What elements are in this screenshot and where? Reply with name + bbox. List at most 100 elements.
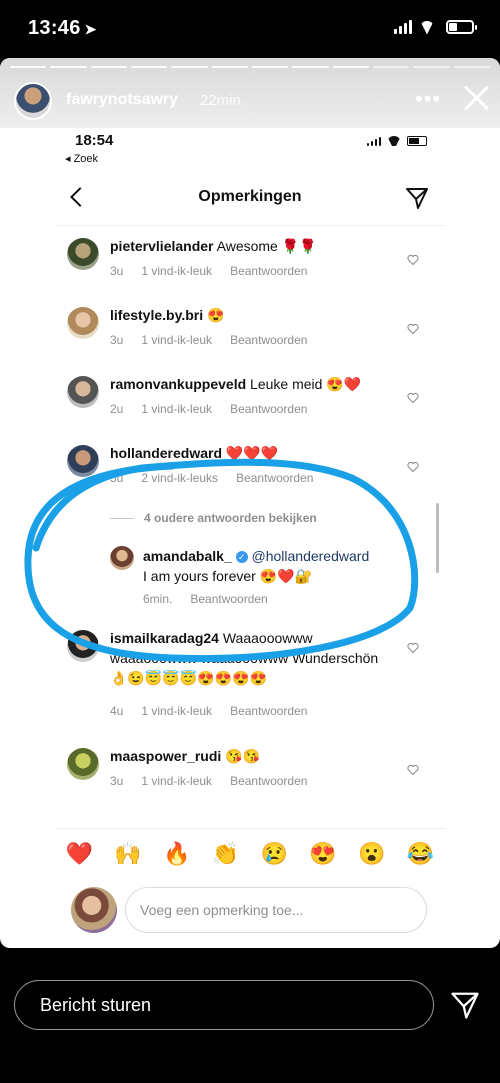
comment-text: I am yours forever 😍❤️🔐 [143,568,312,584]
comment-text: 😘😘 [225,748,261,764]
view-replies-text: 4 oudere antwoorden bekijken [144,511,317,525]
shared-screenshot: 18:54 ◂ Zoek Opmerkingen pietervlielande… [55,128,445,948]
scrollbar [436,503,439,573]
comment-age: 6min. [143,592,173,606]
reply-link: Beantwoorden [236,471,314,485]
battery-icon [407,136,427,146]
emoji-heart-eyes: 😍 [309,840,337,866]
reply-link: Beantwoorden [230,774,308,788]
comment-meta: 3u 1 vind-ik-leuk Beantwoorden [110,774,307,788]
status-bar: 13:46 ➤ [0,0,500,58]
inner-back-link: ◂ Zoek [65,153,99,165]
comment-age: 3u [110,774,124,788]
comment-username: hollanderedward [110,445,223,461]
comment-age: 3u [110,333,124,347]
avatar [67,630,99,662]
comment-text: 😍 [207,307,225,323]
comment-likes: 1 vind-ik-leuk [141,333,213,347]
story-header: fawrynotsawry 22min. ••• [0,58,500,128]
like-heart-icon [407,461,419,473]
comment-username: pietervlielander [110,238,214,254]
like-heart-icon [407,764,419,776]
inner-time: 18:54 [75,132,114,149]
inner-status-bar: 18:54 ◂ Zoek [55,128,445,174]
comment-meta: 3u 1 vind-ik-leuk Beantwoorden [110,333,307,347]
emoji-surprised: 😮 [358,840,386,866]
avatar [67,445,99,477]
story-username[interactable]: fawrynotsawry [66,91,178,109]
comment-age: 4u [110,704,124,718]
avatar [67,376,99,408]
comment-text: Leuke meid 😍❤️ [250,376,362,392]
like-heart-icon [407,323,419,335]
avatar [67,307,99,339]
comment-meta: 3u 1 vind-ik-leuk Beantwoorden [110,264,307,278]
signal-icon [367,136,381,146]
like-heart-icon [407,642,419,654]
comment-meta: 6min. Beantwoorden [143,592,268,606]
comment-meta: 5u 2 vind-ik-leuks Beantwoorden [110,471,313,485]
reply-link: Beantwoorden [190,592,268,606]
emoji-laugh: 😂 [406,840,435,866]
mention-link: @hollanderedward [251,548,370,564]
reply-link: Beantwoorden [230,264,308,278]
page-title: Opmerkingen [198,188,302,205]
comment-meta: 4u 1 vind-ik-leuk Beantwoorden [110,704,307,718]
like-heart-icon [407,392,419,404]
comment-composer: Voeg een opmerking toe... [55,883,445,943]
emoji-heart: ❤️ [65,840,94,866]
like-heart-icon [407,254,419,266]
avatar [67,238,99,270]
comment-age: 5u [110,471,124,485]
story-progress [10,66,490,68]
status-time: 13:46 ➤ [28,17,97,39]
location-arrow-icon: ➤ [84,21,97,37]
comment-likes: 2 vind-ik-leuks [141,471,219,485]
comment-username: lifestyle.by.bri [110,307,204,323]
reply-link: Beantwoorden [230,704,308,718]
comment-username: ismailkaradag24 [110,630,219,646]
emoji-clap: 👏 [211,840,240,866]
wifi-icon [387,136,401,146]
avatar [110,546,134,570]
emoji-raised-hands: 🙌 [114,840,142,866]
more-options-icon[interactable]: ••• [415,86,441,112]
divider [110,517,134,519]
comment-username: maaspower_rudi [110,748,222,764]
reply-link: Beantwoorden [230,333,308,347]
reply-link: Beantwoorden [230,402,308,416]
comment-likes: 1 vind-ik-leuk [141,704,213,718]
comment-age: 3u [110,264,124,278]
story-viewer: fawrynotsawry 22min. ••• 18:54 ◂ Zoek Op… [0,58,500,948]
comment-likes: 1 vind-ik-leuk [141,774,213,788]
comments-navbar: Opmerkingen [55,174,445,226]
story-reply-bar: Bericht sturen [0,948,500,1083]
send-icon [405,186,429,215]
comment-likes: 1 vind-ik-leuk [141,402,213,416]
story-time: 22min. [200,92,246,109]
comment-username: amandabalk_ [143,548,232,564]
comment-age: 2u [110,402,124,416]
comment-meta: 2u 1 vind-ik-leuk Beantwoorden [110,402,307,416]
comment-text: ❤️❤️❤️ [225,445,279,461]
view-replies-link: 4 oudere antwoorden bekijken [110,511,317,525]
emoji-cry: 😢 [260,840,289,866]
comment-username: ramonvankuppeveld [110,376,247,392]
battery-icon [446,20,477,34]
avatar [71,887,117,933]
close-icon[interactable] [462,84,490,112]
quick-emoji-bar: ❤️ 🙌 🔥 👏 😢 😍 😮 😂 [55,828,445,878]
status-icons [394,20,477,34]
verified-badge-icon: ✓ [235,551,248,564]
story-avatar[interactable] [14,82,52,120]
send-icon[interactable] [450,990,480,1025]
comment-text: Awesome 🌹🌹 [216,238,317,254]
avatar [67,748,99,780]
message-input[interactable]: Bericht sturen [14,980,434,1030]
comment-likes: 1 vind-ik-leuk [141,264,213,278]
inner-status-icons [367,136,427,146]
wifi-icon [420,21,438,34]
comment-input: Voeg een opmerking toe... [125,887,427,933]
signal-icon [394,20,412,34]
emoji-fire: 🔥 [163,840,191,866]
